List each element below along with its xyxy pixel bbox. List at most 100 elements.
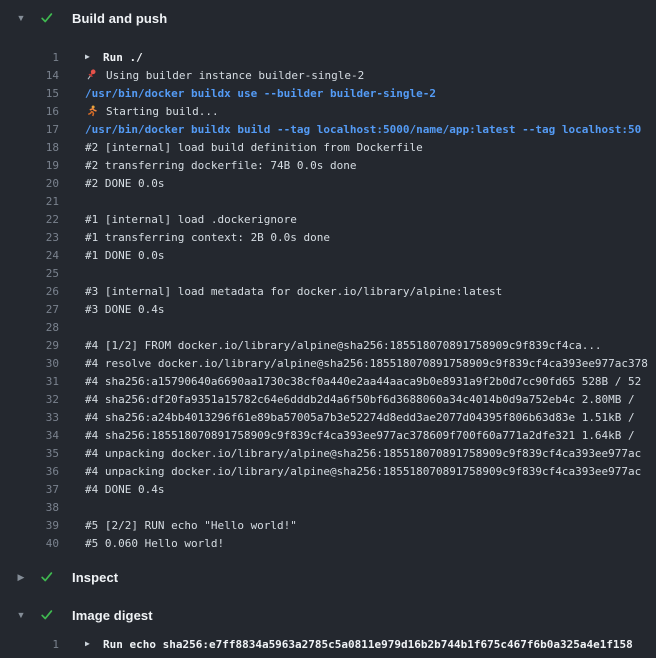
section-header[interactable]: ▼Image digest	[0, 605, 656, 625]
log-text: #1 transferring context: 2B 0.0s done	[85, 231, 656, 244]
success-check-icon	[40, 608, 56, 622]
log-line: 39 #5 [2/2] RUN echo "Hello world!"	[0, 516, 656, 534]
log-text: /usr/bin/docker buildx use --builder bui…	[85, 87, 656, 100]
line-number[interactable]: 19	[0, 159, 59, 172]
log-line: 15/usr/bin/docker buildx use --builder b…	[0, 84, 656, 102]
line-number[interactable]: 33	[0, 411, 59, 424]
section-header[interactable]: ▶ Inspect	[0, 567, 656, 587]
log-line: 24 #1 DONE 0.0s	[0, 246, 656, 264]
line-number[interactable]: 29	[0, 339, 59, 352]
log-text-content: #4 unpacking docker.io/library/alpine@sh…	[85, 465, 641, 478]
log-line: 17/usr/bin/docker buildx build --tag loc…	[0, 120, 656, 138]
log-text-content: #1 DONE 0.0s	[85, 249, 164, 262]
log-text-content: #4 sha256:df20fa9351a15782c64e6dddb2d4a6…	[85, 393, 641, 406]
log-text: Starting build...	[85, 104, 656, 118]
line-number[interactable]: 36	[0, 465, 59, 478]
log-text: #5 0.060 Hello world!	[85, 537, 656, 550]
workflow-log-viewer: ▼Build and push 1 ▶ Run ./ 14 Using builder i…	[0, 0, 656, 658]
line-number[interactable]: 15	[0, 87, 59, 100]
log-text-content: Run echo sha256:e7ff8834a5963a2785c5a081…	[103, 638, 633, 651]
log-text-content: #1 [internal] load .dockerignore	[85, 213, 297, 226]
section-log-lines: 1 ▶ Run ./ 14 Using builder instance builder…	[0, 28, 656, 567]
log-text: #5 [2/2] RUN echo "Hello world!"	[85, 519, 656, 532]
line-number[interactable]: 25	[0, 267, 59, 280]
line-number[interactable]: 37	[0, 483, 59, 496]
success-check-icon	[40, 11, 56, 25]
log-text-content: #4 DONE 0.4s	[85, 483, 164, 496]
log-line: 30#4 resolve docker.io/library/alpine@sh…	[0, 354, 656, 372]
log-text: #2 DONE 0.0s	[85, 177, 656, 190]
line-number[interactable]: 39	[0, 519, 59, 532]
log-text-content: #4 [1/2] FROM docker.io/library/alpine@s…	[85, 339, 602, 352]
log-line: 34 #4 sha256:185518070891758909c9f839cf4c…	[0, 426, 656, 444]
line-number[interactable]: 26	[0, 285, 59, 298]
log-text: #2 transferring dockerfile: 74B 0.0s don…	[85, 159, 656, 172]
line-number[interactable]: 21	[0, 195, 59, 208]
line-number[interactable]: 22	[0, 213, 59, 226]
line-number[interactable]: 17	[0, 123, 59, 136]
log-line: 20 #2 DONE 0.0s	[0, 174, 656, 192]
chevron-down-icon[interactable]: ▼	[15, 13, 27, 23]
line-number[interactable]: 32	[0, 393, 59, 406]
run-command-group[interactable]: ▶ Run ./	[85, 48, 656, 66]
line-number[interactable]: 24	[0, 249, 59, 262]
expand-run-group-icon[interactable]: ▶	[85, 635, 94, 653]
line-number[interactable]: 23	[0, 231, 59, 244]
log-line: 31#4 sha256:a15790640a6690aa1730c38cf0a4…	[0, 372, 656, 390]
log-line: 36 #4 unpacking docker.io/library/alpine@…	[0, 462, 656, 480]
log-text: Using builder instance builder-single-2	[85, 68, 656, 82]
log-line: 23 #1 transferring context: 2B 0.0s done	[0, 228, 656, 246]
log-text: /usr/bin/docker buildx build --tag local…	[85, 123, 656, 136]
line-number[interactable]: 38	[0, 501, 59, 514]
log-text: #4 sha256:185518070891758909c9f839cf4ca3…	[85, 429, 656, 442]
log-text-content: Using builder instance builder-single-2	[106, 69, 364, 82]
line-number[interactable]: 35	[0, 447, 59, 460]
log-text-content: #3 [internal] load metadata for docker.i…	[85, 285, 502, 298]
line-number[interactable]: 1	[0, 638, 59, 651]
log-text-content: #1 transferring context: 2B 0.0s done	[85, 231, 330, 244]
log-text: #4 sha256:a24bb4013296f61e89ba57005a7b3e…	[85, 411, 656, 424]
log-line: 32 #4 sha256:df20fa9351a15782c64e6dddb2d4…	[0, 390, 656, 408]
log-text: #3 DONE 0.4s	[85, 303, 656, 316]
chevron-down-icon[interactable]: ▼	[15, 610, 27, 620]
line-number[interactable]: 40	[0, 537, 59, 550]
log-text: #4 sha256:df20fa9351a15782c64e6dddb2d4a6…	[85, 393, 656, 406]
log-line: 37 #4 DONE 0.4s	[0, 480, 656, 498]
line-number[interactable]: 20	[0, 177, 59, 190]
section-log-lines: 1 ▶ Run echo sha256:e7ff8834a5963a2785c5a0…	[0, 625, 656, 658]
line-number[interactable]: 31	[0, 375, 59, 388]
line-number[interactable]: 30	[0, 357, 59, 370]
log-text: #1 [internal] load .dockerignore	[85, 213, 656, 226]
log-text-content: Starting build...	[106, 105, 219, 118]
log-text-content: #3 DONE 0.4s	[85, 303, 164, 316]
log-line: 4sha256:e7ff8834a5963a2785c5a0811e979d16…	[0, 653, 656, 658]
log-text: #3 [internal] load metadata for docker.i…	[85, 285, 656, 298]
log-text: #4 unpacking docker.io/library/alpine@sh…	[85, 465, 656, 478]
line-number[interactable]: 27	[0, 303, 59, 316]
log-line: 40 #5 0.060 Hello world!	[0, 534, 656, 552]
line-number[interactable]: 14	[0, 69, 59, 82]
log-line: 35#4 unpacking docker.io/library/alpine@…	[0, 444, 656, 462]
line-number[interactable]: 1	[0, 51, 59, 64]
line-number[interactable]: 16	[0, 105, 59, 118]
line-number[interactable]: 18	[0, 141, 59, 154]
log-line: 29 #4 [1/2] FROM docker.io/library/alpine…	[0, 336, 656, 354]
log-text-content: #5 [2/2] RUN echo "Hello world!"	[85, 519, 297, 532]
section-title: Inspect	[72, 570, 118, 585]
log-section: ▼Image digest 1 ▶ Run echo sha256:e7ff8834a…	[0, 605, 656, 658]
log-text-content: #4 sha256:a24bb4013296f61e89ba57005a7b3e…	[85, 411, 641, 424]
log-text: #4 [1/2] FROM docker.io/library/alpine@s…	[85, 339, 656, 352]
runner-icon	[85, 104, 98, 118]
log-text: #4 DONE 0.4s	[85, 483, 656, 496]
line-number[interactable]: 28	[0, 321, 59, 334]
log-line: 28	[0, 318, 656, 336]
log-text-content: #4 sha256:185518070891758909c9f839cf4ca3…	[85, 429, 641, 442]
chevron-right-icon[interactable]: ▶	[15, 572, 27, 583]
section-header[interactable]: ▼Build and push	[0, 8, 656, 28]
log-line: 21	[0, 192, 656, 210]
line-number[interactable]: 34	[0, 429, 59, 442]
log-text-content: #2 DONE 0.0s	[85, 177, 164, 190]
log-text-content: Run ./	[103, 51, 143, 64]
expand-run-group-icon[interactable]: ▶	[85, 48, 94, 66]
run-command-group[interactable]: ▶ Run echo sha256:e7ff8834a5963a2785c5a08…	[85, 635, 656, 653]
